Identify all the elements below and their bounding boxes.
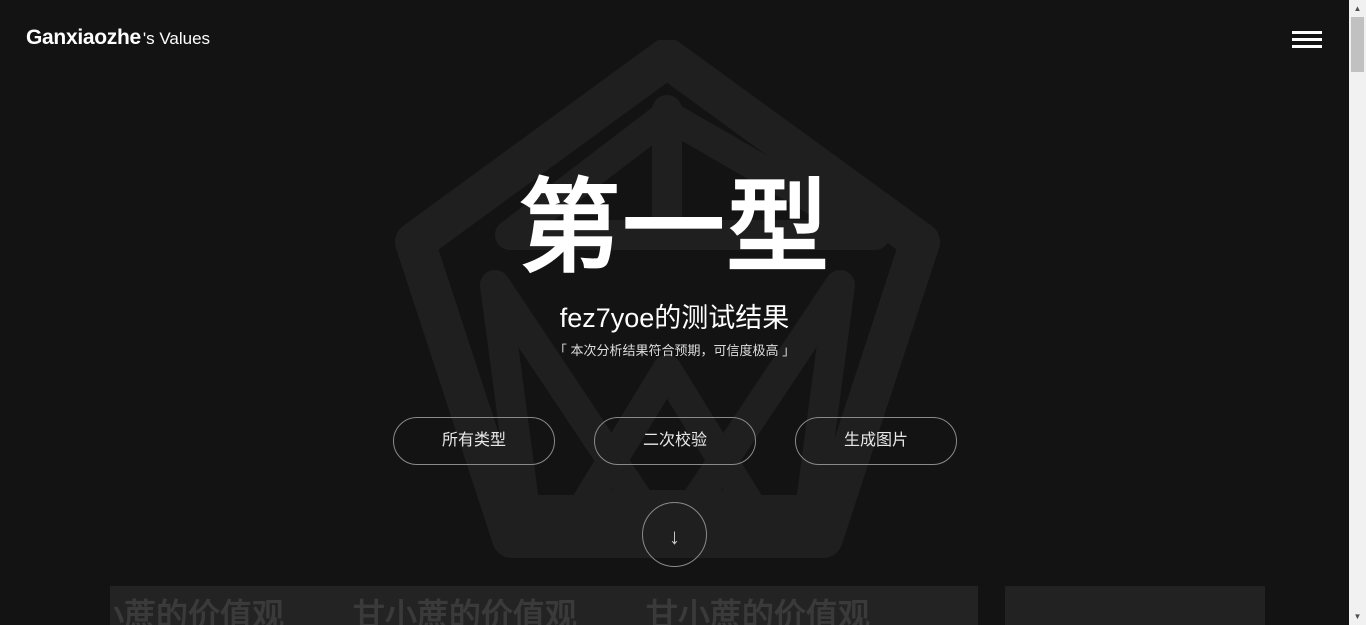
scrollbar-thumb[interactable] (1351, 17, 1364, 72)
marquee-track: 甘小蔗的价值观 甘小蔗的价值观 甘小蔗的价值观 (110, 590, 930, 625)
scroll-up-arrow-icon[interactable]: ▲ (1349, 0, 1366, 17)
page-scrollbar[interactable]: ▲ ▼ (1349, 0, 1366, 625)
scroll-down-button[interactable]: ↓ (642, 502, 707, 567)
marquee-item: 甘小蔗的价值观 (352, 597, 577, 625)
result-subtitle: fez7yoe的测试结果 (559, 303, 790, 333)
values-card: 甘小蔗的价值观 甘小蔗的价值观 甘小蔗的价值观 (110, 586, 978, 625)
brand-name: Ganxiaozhe (26, 26, 141, 49)
page: Ganxiaozhe 's Values 第一型 fez7yoe的测试结果 「 … (0, 0, 1349, 625)
recheck-button[interactable]: 二次校验 (594, 417, 756, 465)
scroll-down-arrow-icon[interactable]: ▼ (1349, 608, 1366, 625)
generate-image-button[interactable]: 生成图片 (795, 417, 957, 465)
menu-bar (1292, 45, 1322, 48)
hamburger-menu-icon[interactable] (1290, 28, 1324, 52)
result-type-title: 第一型 (518, 171, 831, 285)
site-brand[interactable]: Ganxiaozhe 's Values (26, 26, 210, 50)
arrow-down-icon: ↓ (669, 524, 680, 549)
confidence-note: 「 本次分析结果符合预期，可信度极高 」 (553, 343, 796, 358)
marquee-item: 甘小蔗的价值观 (110, 597, 285, 625)
marquee-item: 甘小蔗的价值观 (645, 597, 870, 625)
brand-suffix: 's Values (142, 29, 211, 48)
menu-bar (1292, 38, 1322, 41)
menu-bar (1292, 31, 1322, 34)
side-card (1005, 586, 1265, 625)
all-types-button[interactable]: 所有类型 (393, 417, 555, 465)
